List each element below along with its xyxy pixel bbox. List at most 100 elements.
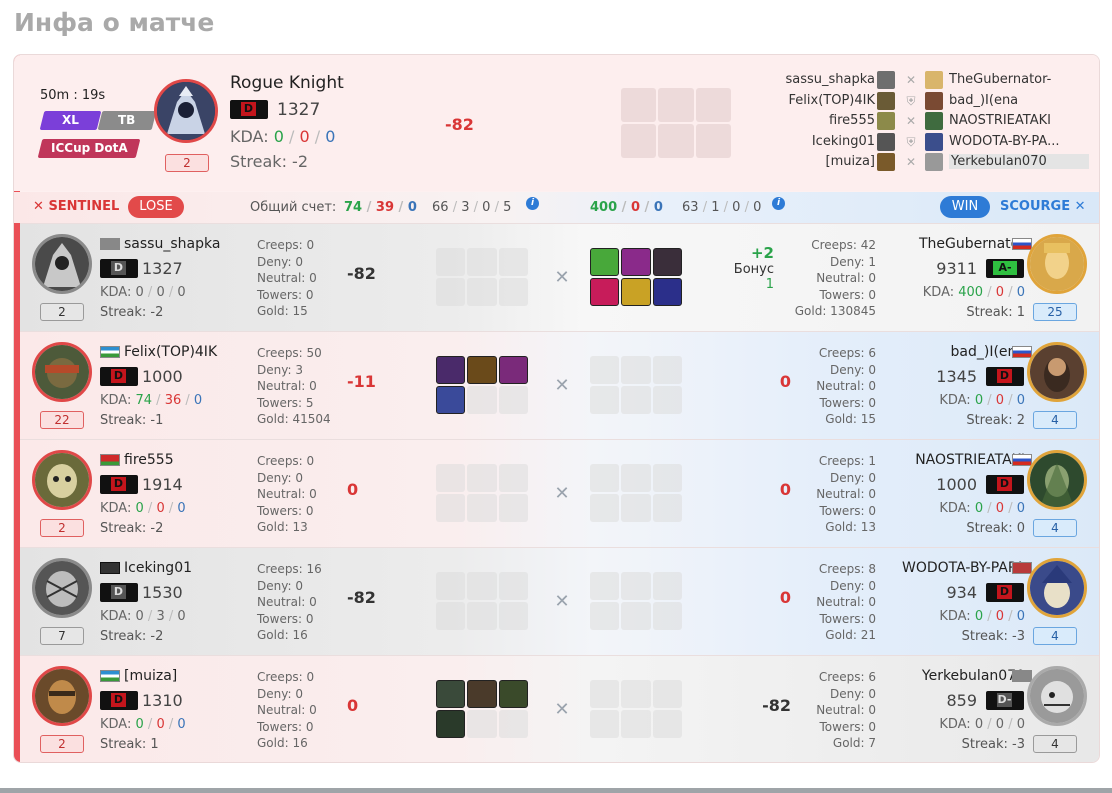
item-slots <box>436 248 528 306</box>
item-icon[interactable] <box>621 248 651 276</box>
player-name[interactable]: WODOTA-BY-PAPA <box>895 560 1025 576</box>
item-icon[interactable] <box>621 278 651 306</box>
item-slot <box>590 494 620 522</box>
item-icon[interactable] <box>652 278 682 306</box>
item-icon[interactable] <box>498 356 528 384</box>
item-icon[interactable] <box>590 248 620 276</box>
item-icon[interactable] <box>436 710 466 738</box>
item-icon[interactable] <box>436 356 466 384</box>
item-slots <box>436 464 528 522</box>
item-icon[interactable] <box>590 278 620 306</box>
roster-right-name[interactable]: Yerkebulan070 <box>949 154 1089 169</box>
rank-badge: D- <box>986 691 1024 710</box>
player-name[interactable]: NAOSTRIEATAKI <box>895 452 1025 468</box>
player-level: 2 <box>40 735 84 753</box>
player-streak: Streak: -3 <box>961 629 1025 644</box>
rank-badge: D <box>986 475 1024 494</box>
player-stats: Creeps: 1 Deny: 0 Neutral: 0 Towers: 0 Gold:… <box>816 454 876 535</box>
roster-left-name[interactable]: sassu_shapka <box>785 72 875 87</box>
player-rating: 1000 <box>936 475 977 494</box>
flag-icon <box>1012 670 1032 682</box>
player-name[interactable]: Yerkebulan070 <box>895 668 1025 684</box>
item-slot <box>498 602 528 630</box>
roster-right-name[interactable]: bad_)I(ena <box>949 93 1089 108</box>
player-name[interactable]: Felix(TOP)4IK <box>124 344 220 360</box>
item-slot <box>652 356 682 384</box>
rating-delta: 0 <box>347 696 359 715</box>
roster-right-name[interactable]: NAOSTRIEATAKI <box>949 113 1089 128</box>
hero-mini-icon <box>925 92 943 110</box>
player-avatar[interactable] <box>32 450 92 510</box>
item-slot <box>436 602 466 630</box>
item-slot <box>498 494 528 522</box>
roster-left-name[interactable]: Felix(TOP)4IK <box>789 93 875 108</box>
player-avatar[interactable] <box>1027 558 1087 618</box>
player-name[interactable]: Iceking01 <box>124 560 220 576</box>
item-icon[interactable] <box>498 680 528 708</box>
player-streak: Streak: 1 <box>966 305 1025 320</box>
item-slot <box>621 494 651 522</box>
player-avatar[interactable] <box>32 234 92 294</box>
player-level: 2 <box>40 303 84 321</box>
tag-iccup[interactable]: ICCup DotA <box>37 139 141 158</box>
hero-name[interactable]: Rogue Knight <box>230 73 344 93</box>
tag-xl[interactable]: XL <box>39 111 102 130</box>
player-rating: 1310 <box>142 691 183 710</box>
player-name[interactable]: TheGubernator <box>895 236 1025 252</box>
item-slot <box>621 572 651 600</box>
rating-delta: 0 <box>779 372 791 391</box>
item-slots <box>590 464 682 522</box>
item-slot <box>498 386 528 414</box>
item-slot <box>590 356 620 384</box>
match-duration: 50m : 19s <box>40 88 106 103</box>
player-avatar[interactable] <box>32 558 92 618</box>
player-row: 2 fire555 D 1914 KDA: 0 / 0 / 0 Streak: … <box>20 439 1099 547</box>
player-avatar[interactable] <box>32 666 92 726</box>
player-stats: Creeps: 0 Deny: 0 Neutral: 0 Towers: 0 Gold:… <box>257 238 317 319</box>
info-icon[interactable]: i <box>772 197 785 210</box>
item-icon[interactable] <box>436 680 466 708</box>
player-name[interactable]: fire555 <box>124 452 220 468</box>
roster-row: fire555 ✕ NAOSTRIEATAKI <box>749 111 1089 131</box>
item-icon[interactable] <box>467 356 497 384</box>
player-level: 2 <box>40 519 84 537</box>
player-name[interactable]: [muiza] <box>124 668 220 684</box>
total-score-right: 400 / 0 / 0 <box>590 200 663 215</box>
tag-tb[interactable]: TB <box>97 111 157 130</box>
player-avatar[interactable] <box>1027 666 1087 726</box>
rating-delta: -82 <box>445 115 474 134</box>
total-stats-right: 63 / 1 / 0 / 0 <box>682 200 762 215</box>
item-slot <box>467 386 497 414</box>
player-avatar[interactable] <box>1027 234 1087 294</box>
player-avatar[interactable] <box>32 342 92 402</box>
hero-mini-icon <box>877 133 895 151</box>
item-icon[interactable] <box>652 248 682 276</box>
hero-mini-icon <box>925 71 943 89</box>
player-row: 7 Iceking01 D 1530 KDA: 0 / 3 / 0 Streak… <box>20 547 1099 655</box>
roster-left-name[interactable]: fire555 <box>829 113 875 128</box>
player-name[interactable]: sassu_shapka <box>124 236 220 252</box>
scourge-label: SCOURGE ✕ <box>1000 199 1086 214</box>
player-rating: 1345 <box>936 367 977 386</box>
roster-right-name[interactable]: TheGubernator- <box>949 72 1089 87</box>
item-icon[interactable] <box>467 680 497 708</box>
roster-right-name[interactable]: WODOTA-BY-PA... <box>949 134 1089 149</box>
item-slot <box>590 572 620 600</box>
roster-left-name[interactable]: Iceking01 <box>812 134 875 149</box>
item-icon[interactable] <box>436 386 466 414</box>
player-avatar[interactable] <box>1027 450 1087 510</box>
item-slot <box>621 710 651 738</box>
info-icon[interactable]: i <box>526 197 539 210</box>
player-rating: 1000 <box>142 367 183 386</box>
item-slot <box>590 602 620 630</box>
player-level: 22 <box>40 411 84 429</box>
swords-icon: ✕ <box>905 73 917 87</box>
player-avatar[interactable] <box>1027 342 1087 402</box>
player-stats: Creeps: 0 Deny: 0 Neutral: 0 Towers: 0 Gold:… <box>257 454 317 535</box>
item-slots <box>436 356 528 414</box>
player-name[interactable]: bad_)I(ena <box>895 344 1025 360</box>
player-kda: KDA: 0 / 0 / 0 <box>100 285 186 300</box>
roster-left-name[interactable]: [muiza] <box>826 154 875 169</box>
hero-avatar[interactable] <box>154 79 218 143</box>
hero-level: 2 <box>165 154 209 172</box>
